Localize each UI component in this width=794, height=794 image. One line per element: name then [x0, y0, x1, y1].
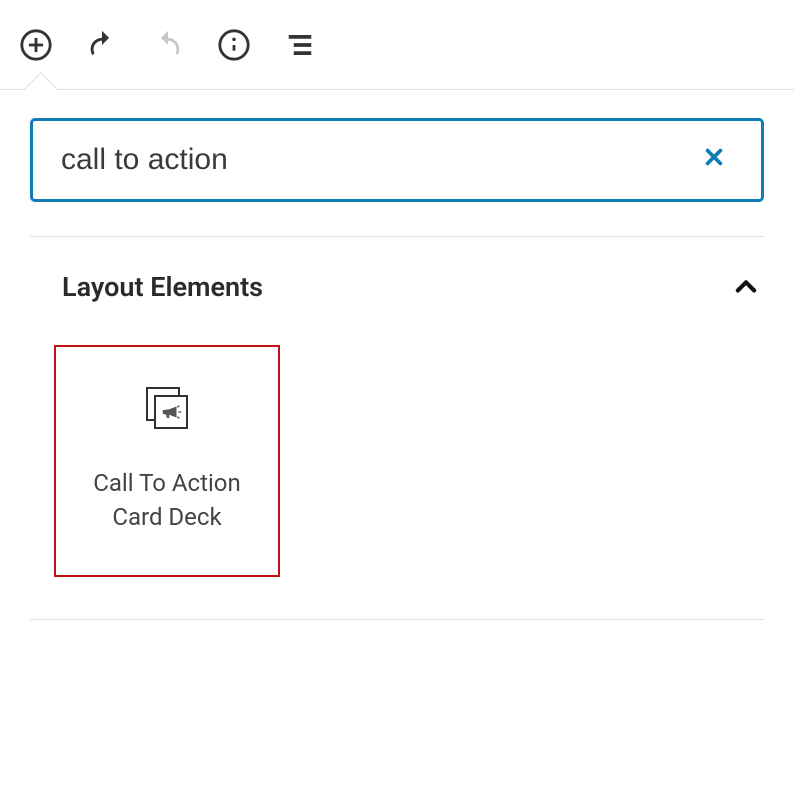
info-button[interactable] — [216, 27, 252, 63]
block-item-cta-card-deck[interactable]: Call To Action Card Deck — [54, 345, 280, 577]
search-input[interactable] — [61, 143, 695, 177]
plus-circle-icon — [19, 28, 53, 62]
divider — [30, 619, 764, 620]
section-header[interactable]: Layout Elements — [30, 237, 764, 303]
section-title: Layout Elements — [62, 271, 263, 303]
redo-button — [150, 27, 186, 63]
outline-icon — [285, 30, 315, 60]
redo-icon — [151, 28, 185, 62]
stacked-cards-icon — [146, 387, 188, 429]
undo-icon — [85, 28, 119, 62]
info-icon — [217, 28, 251, 62]
collapse-toggle[interactable] — [732, 273, 760, 301]
blocks-grid: Call To Action Card Deck — [30, 303, 764, 619]
chevron-up-icon — [732, 273, 760, 301]
undo-button[interactable] — [84, 27, 120, 63]
block-item-label: Call To Action Card Deck — [66, 467, 268, 534]
clear-search-button[interactable] — [695, 137, 733, 183]
editor-toolbar — [0, 0, 794, 90]
outline-button[interactable] — [282, 27, 318, 63]
search-field-wrap — [30, 118, 764, 202]
close-icon — [703, 146, 725, 168]
add-block-button[interactable] — [18, 27, 54, 63]
megaphone-icon — [160, 401, 182, 423]
block-inserter-panel: Layout Elements Call To Action Card Deck — [0, 90, 794, 620]
